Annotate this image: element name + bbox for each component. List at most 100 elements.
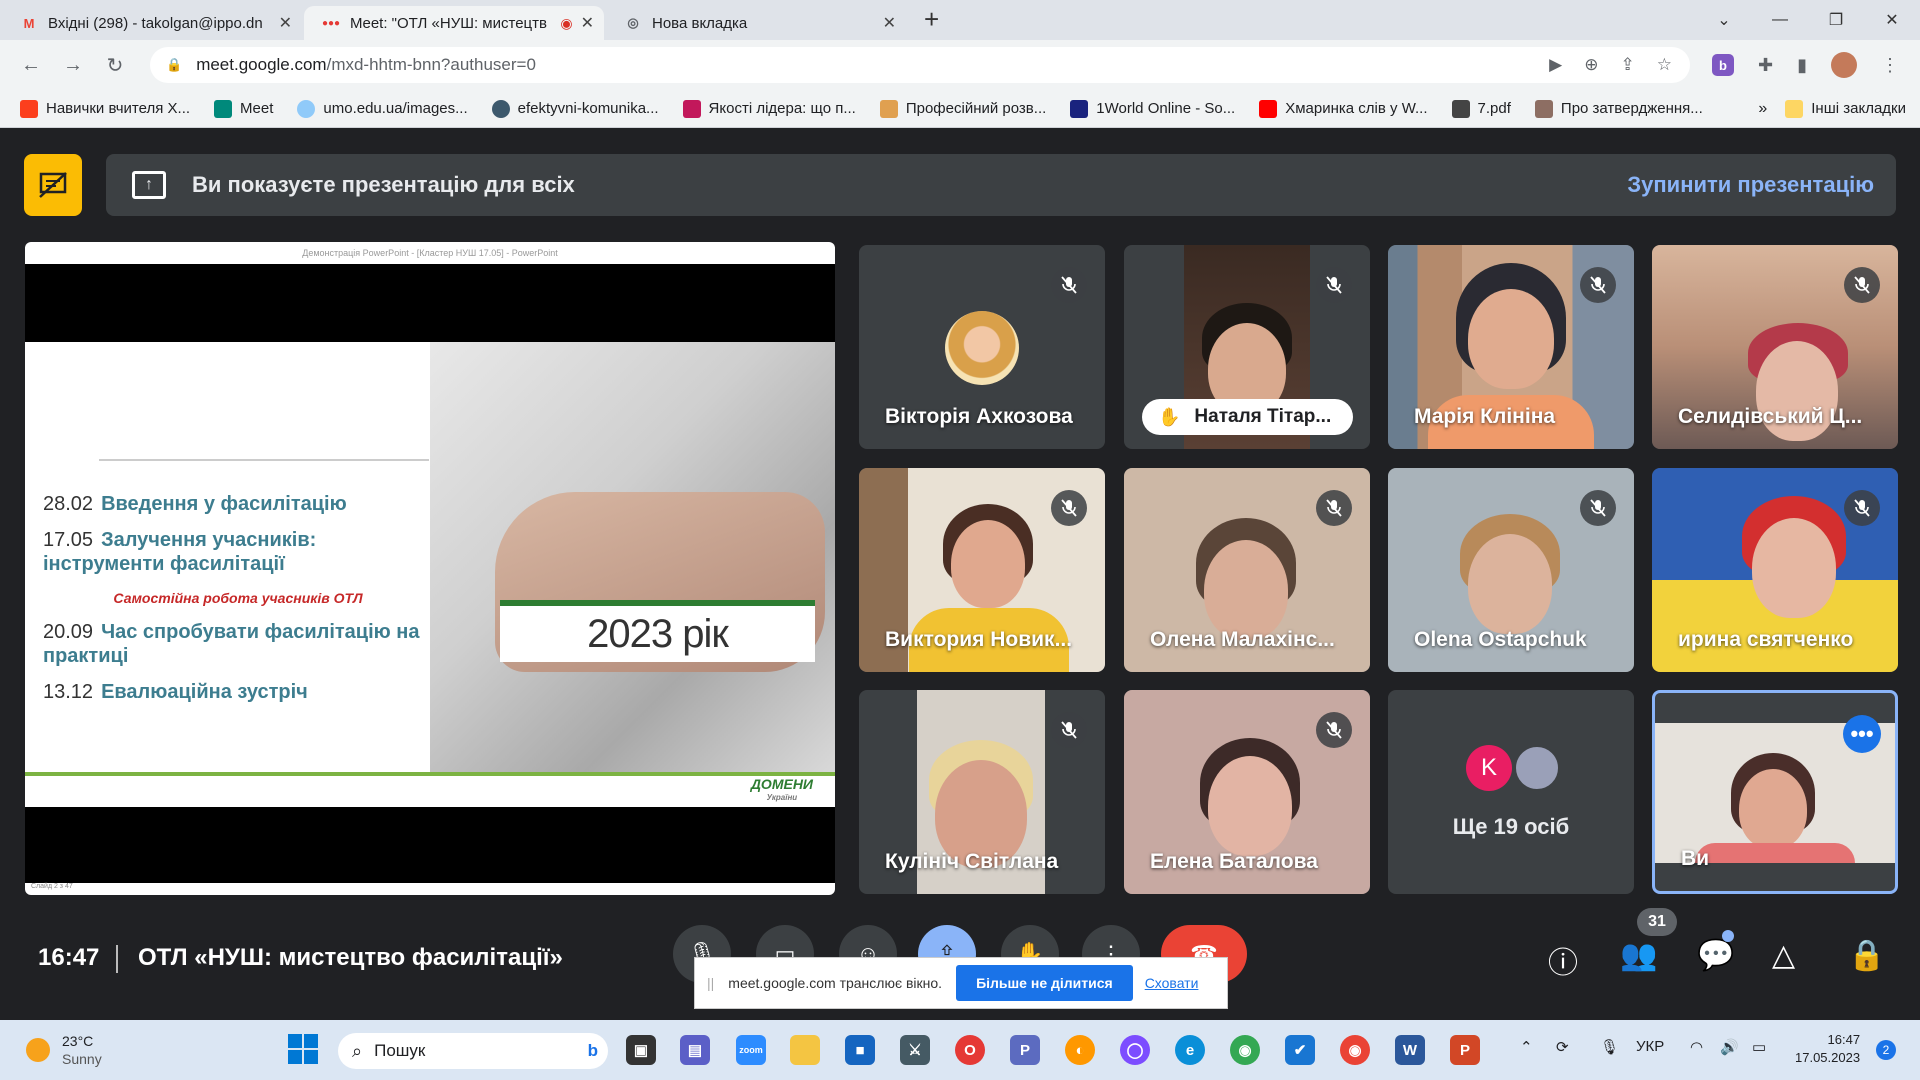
stop-sharing-button[interactable]: Більше не ділитися bbox=[956, 965, 1133, 1001]
participant-tile[interactable]: Елена Баталова bbox=[1124, 690, 1370, 894]
sync-icon[interactable]: ⟳ bbox=[1556, 1038, 1569, 1056]
address-bar[interactable]: 🔒 meet.google.com/mxd-hhtm-bnn?authuser=… bbox=[150, 47, 1690, 83]
stop-presenting-button[interactable]: Зупинити презентацію bbox=[1627, 172, 1874, 198]
bookmark-item[interactable]: efektyvni-komunika... bbox=[491, 99, 659, 118]
language-indicator[interactable]: УКР bbox=[1636, 1038, 1664, 1055]
menu-dots-icon[interactable]: ⋮ bbox=[1881, 55, 1899, 76]
participant-tile[interactable]: Кулініч Світлана bbox=[859, 690, 1105, 894]
pdf-icon bbox=[1451, 99, 1470, 118]
close-tab-icon[interactable]: ✕ bbox=[271, 13, 292, 33]
profile-avatar[interactable] bbox=[1831, 52, 1857, 78]
minimize-button[interactable]: — bbox=[1752, 11, 1808, 29]
file-explorer-icon[interactable] bbox=[790, 1035, 820, 1065]
bookmarks-overflow[interactable]: » bbox=[1758, 100, 1767, 118]
taskbar-search[interactable]: ⌕ Пошук b bbox=[338, 1033, 608, 1069]
chrome-app-icon[interactable]: ◉ bbox=[1230, 1035, 1260, 1065]
task-view-icon[interactable]: ▣ bbox=[626, 1035, 656, 1065]
bookmark-item[interactable]: Якості лідера: що п... bbox=[682, 99, 856, 118]
site-icon bbox=[1070, 99, 1089, 118]
participant-tile[interactable]: Вікторія Ахкозова bbox=[859, 245, 1105, 449]
forward-button[interactable]: → bbox=[56, 54, 90, 77]
share-icon[interactable]: ⇪ bbox=[1621, 55, 1635, 75]
word-icon[interactable]: W bbox=[1395, 1035, 1425, 1065]
bookmark-item[interactable]: Про затвердження... bbox=[1534, 99, 1703, 118]
stop-sharing-icon-button[interactable] bbox=[24, 154, 82, 216]
more-participants-tile[interactable]: K Ще 19 осіб bbox=[1388, 690, 1634, 894]
new-tab-button[interactable]: + bbox=[924, 2, 939, 36]
volume-icon[interactable]: 🔊 bbox=[1720, 1038, 1739, 1056]
taskbar-clock[interactable]: 16:47 17.05.2023 bbox=[1795, 1031, 1860, 1067]
people-icon[interactable]: 👥 bbox=[1620, 938, 1657, 973]
paint-app-icon[interactable]: ◐ bbox=[1065, 1035, 1095, 1065]
store-icon[interactable]: ■ bbox=[845, 1035, 875, 1065]
participant-tile[interactable]: Olena Ostapchuk bbox=[1388, 468, 1634, 672]
bookmark-item[interactable]: 7.pdf bbox=[1451, 99, 1511, 118]
participant-tile[interactable]: Виктория Новик... bbox=[859, 468, 1105, 672]
powerpoint-icon[interactable]: P bbox=[1450, 1035, 1480, 1065]
participant-tile[interactable]: ирина святченко bbox=[1652, 468, 1898, 672]
back-button[interactable]: ← bbox=[14, 54, 48, 77]
youtube-icon bbox=[1259, 99, 1278, 118]
camera-icon[interactable]: ▶ bbox=[1549, 55, 1562, 75]
opera-icon[interactable]: O bbox=[955, 1035, 985, 1065]
start-button[interactable] bbox=[288, 1034, 318, 1064]
participant-tile[interactable]: Селидівський Ц... bbox=[1652, 245, 1898, 449]
self-video bbox=[1739, 769, 1807, 849]
participant-tile[interactable]: ✋ Наталя Тітар... bbox=[1124, 245, 1370, 449]
battery-icon[interactable]: ▭ bbox=[1752, 1038, 1766, 1056]
bookmark-item[interactable]: 1World Online - So... bbox=[1070, 99, 1235, 118]
notification-badge[interactable]: 2 bbox=[1876, 1040, 1896, 1060]
bookmark-item[interactable]: Meet bbox=[214, 99, 273, 118]
bookmark-star-icon[interactable]: ☆ bbox=[1657, 55, 1672, 75]
close-tab-icon[interactable]: ✕ bbox=[573, 13, 594, 33]
self-label: Ви bbox=[1681, 847, 1710, 870]
other-bookmarks[interactable]: Інші закладки bbox=[1785, 99, 1906, 118]
wifi-icon[interactable]: ◠ bbox=[1690, 1038, 1703, 1056]
more-options-icon[interactable]: ••• bbox=[1843, 715, 1881, 753]
chat-app-icon[interactable]: ▤ bbox=[680, 1035, 710, 1065]
side-panel-icon[interactable]: ▮ bbox=[1797, 55, 1807, 76]
presentation-tile[interactable]: Демонстрація PowerPoint - [Кластер НУШ 1… bbox=[25, 242, 835, 895]
participant-video bbox=[1204, 540, 1288, 640]
mic-off-icon bbox=[1051, 267, 1087, 303]
maximize-button[interactable]: ❐ bbox=[1808, 10, 1864, 30]
meet-icon bbox=[214, 99, 233, 118]
edge-icon[interactable]: e bbox=[1175, 1035, 1205, 1065]
zoom-icon[interactable]: ⊕ bbox=[1584, 55, 1598, 75]
tab-gmail[interactable]: M Вхідні (298) - takolgan@ippo.dn ✕ bbox=[2, 6, 302, 40]
chat-icon[interactable]: 💬 bbox=[1697, 938, 1734, 973]
reload-button[interactable]: ↻ bbox=[98, 53, 132, 78]
hide-notice-link[interactable]: Сховати bbox=[1145, 975, 1199, 991]
weather-widget[interactable]: 23°C Sunny bbox=[26, 1032, 102, 1068]
host-controls-icon[interactable]: 🔒 bbox=[1848, 938, 1885, 973]
activities-icon[interactable]: △ bbox=[1772, 938, 1795, 973]
lock-icon[interactable]: 🔒 bbox=[166, 57, 182, 73]
close-window-button[interactable]: ✕ bbox=[1864, 10, 1920, 30]
bookmark-item[interactable]: Професійний розв... bbox=[879, 99, 1046, 118]
bookmark-item[interactable]: Навички вчителя Х... bbox=[20, 99, 190, 118]
tab-new-tab[interactable]: ◎ Нова вкладка ✕ bbox=[606, 6, 906, 40]
temperature: 23°C bbox=[62, 1033, 94, 1049]
browser-tab-strip: M Вхідні (298) - takolgan@ippo.dn ✕ ●●● … bbox=[0, 0, 1920, 40]
alice-app-icon[interactable]: ◯ bbox=[1120, 1035, 1150, 1065]
drag-handle-icon[interactable]: || bbox=[707, 975, 714, 991]
tab-meet[interactable]: ●●● Meet: "ОТЛ «НУШ: мистецтв ◉ ✕ bbox=[304, 6, 604, 40]
tab-search-icon[interactable]: ⌄ bbox=[1696, 10, 1752, 30]
close-tab-icon[interactable]: ✕ bbox=[875, 13, 896, 33]
extension-b-icon[interactable]: b bbox=[1712, 54, 1734, 76]
shield-app-icon[interactable]: ⚔ bbox=[900, 1035, 930, 1065]
bookmark-item[interactable]: Хмаринка слів у W... bbox=[1259, 99, 1428, 118]
defender-icon[interactable]: ✔ bbox=[1285, 1035, 1315, 1065]
tray-overflow-icon[interactable]: ⌃ bbox=[1520, 1038, 1533, 1056]
microphone-tray-icon[interactable]: 🎙 bbox=[1600, 1038, 1619, 1056]
slide-divider bbox=[99, 459, 429, 461]
participant-tile[interactable]: Олена Малахінс... bbox=[1124, 468, 1370, 672]
participant-tile[interactable]: Марія Клініна bbox=[1388, 245, 1634, 449]
chrome-active-icon[interactable]: ◉ bbox=[1340, 1035, 1370, 1065]
meeting-details-icon[interactable]: ⓘ bbox=[1548, 938, 1578, 982]
extensions-puzzle-icon[interactable]: ✚ bbox=[1758, 55, 1773, 76]
bookmark-item[interactable]: umo.edu.ua/images... bbox=[297, 99, 468, 118]
self-tile[interactable]: ••• Ви bbox=[1652, 690, 1898, 894]
p-app-icon[interactable]: P bbox=[1010, 1035, 1040, 1065]
zoom-icon[interactable]: zoom bbox=[736, 1035, 766, 1065]
